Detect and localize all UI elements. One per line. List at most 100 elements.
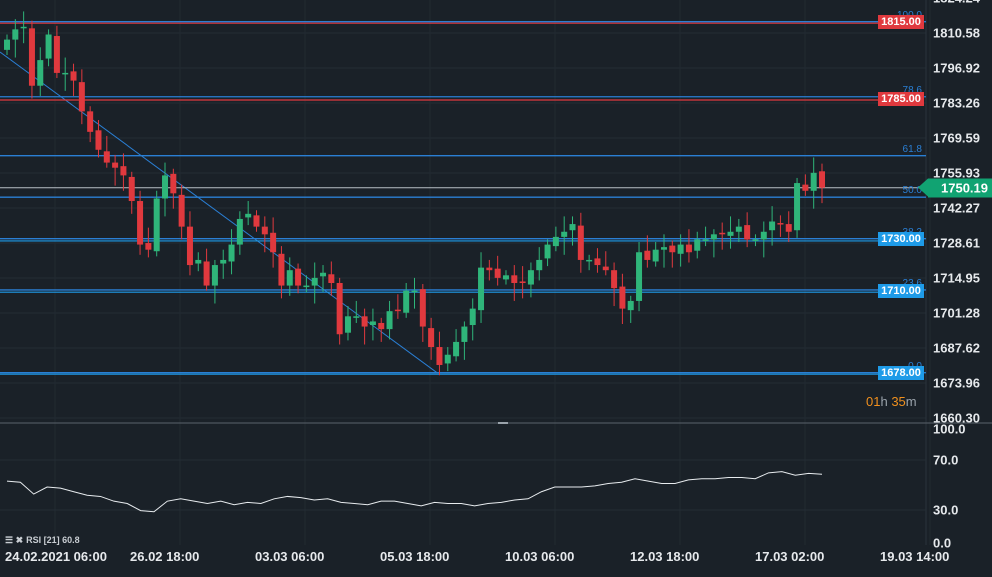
candle-up [586,259,593,262]
candle-timer: 01h 35m [866,394,917,409]
candle-up [552,236,559,247]
candle-down [361,316,368,327]
candle-down [278,253,285,286]
candle-down [428,328,435,348]
candle-up [710,234,717,240]
candle-down [328,274,335,283]
candle-up [220,259,227,264]
candle-up [236,218,243,245]
candle-up [735,226,742,232]
candle-up [660,247,667,250]
candle-up [569,224,576,231]
candle-down [611,270,618,289]
price-axis-label: 1742.27 [933,200,980,216]
rsi-axis-label: 70.0 [933,452,959,468]
candle-up [45,34,52,59]
rsi-legend[interactable]: ☰ ✖ RSI [21] 60.8 [5,535,83,546]
candle-down [719,232,726,235]
time-axis-label: 10.03 06:00 [505,549,575,564]
candle-down [685,244,692,253]
candle-up [636,252,643,301]
candle-up [12,29,19,40]
candle-up [303,285,310,288]
candle-up [403,290,410,313]
price-axis-label: 1769.59 [933,130,980,146]
price-axis-label: 1714.95 [933,270,980,286]
price-axis-label: 1673.96 [933,375,980,391]
candle-down [486,267,493,271]
candle-down [619,286,626,309]
candle-down [519,281,526,283]
candle-down [178,194,185,227]
candle-down [170,173,177,194]
time-axis-label: 12.03 18:00 [630,549,700,564]
fib-level-label: 61.8 [902,143,922,155]
price-axis-label: 1728.61 [933,235,980,251]
rsi-settings-close-icons[interactable]: ☰ ✖ [5,535,23,545]
price-level-tag[interactable]: 1710.00 [878,283,924,298]
candle-down [145,243,152,250]
price-level-tag[interactable]: 1815.00 [878,14,924,29]
candle-up [245,213,252,218]
candle-up [694,239,701,251]
candle-up [810,172,817,191]
candle-down [261,226,268,235]
candle-up [228,244,235,262]
candle-up [727,231,734,236]
candle-up [153,198,160,252]
candle-down [120,166,127,176]
price-axis-label: 1783.26 [933,95,980,111]
candle-up [37,60,44,86]
candle-up [677,244,684,254]
candle-up [478,267,485,311]
candle-down [95,130,102,150]
candle-up [20,26,27,29]
candle-down [577,225,584,260]
candle-down [203,261,210,286]
candle-up [469,308,476,326]
price-level-tag[interactable]: 1678.00 [878,365,924,380]
candle-up [769,221,776,231]
candle-down [186,226,193,266]
candle-down [87,111,94,132]
candle-down [112,162,119,168]
candle-up [752,239,759,241]
candle-up [4,39,10,50]
current-price-tag: 1750.19 [918,178,992,198]
pane-resize-handle[interactable] [498,422,508,424]
candle-up [544,244,551,259]
candle-up [195,259,202,264]
candle-up [386,311,393,330]
candle-up [320,272,327,277]
candle-up [461,326,468,342]
candle-up [286,270,293,286]
candle-down [336,282,343,335]
candle-down [669,245,676,253]
candle-up [369,321,376,326]
candle-up [527,270,534,285]
candle-down [128,176,135,202]
time-axis-label: 03.03 06:00 [255,549,325,564]
candle-up [62,72,69,75]
candle-down [28,28,35,86]
time-axis-label: 24.02.2021 06:00 [5,549,107,564]
candle-down [785,224,792,232]
candle-down [137,201,144,245]
candle-up [502,275,509,280]
price-chart[interactable] [0,0,992,577]
candle-up [353,316,360,318]
candle-up [652,249,659,262]
price-axis-label: 1824.24 [933,0,980,6]
candle-down [103,151,110,163]
rsi-axis-label: 30.0 [933,502,959,518]
candle-down [70,71,77,81]
candle-down [777,223,784,225]
candle-down [419,289,426,327]
price-level-tag[interactable]: 1785.00 [878,91,924,106]
price-axis-label: 1687.62 [933,340,980,356]
candle-down [436,347,443,365]
candle-down [594,258,601,266]
candle-down [295,268,302,286]
price-level-tag[interactable]: 1730.00 [878,232,924,247]
candle-down [644,250,651,260]
